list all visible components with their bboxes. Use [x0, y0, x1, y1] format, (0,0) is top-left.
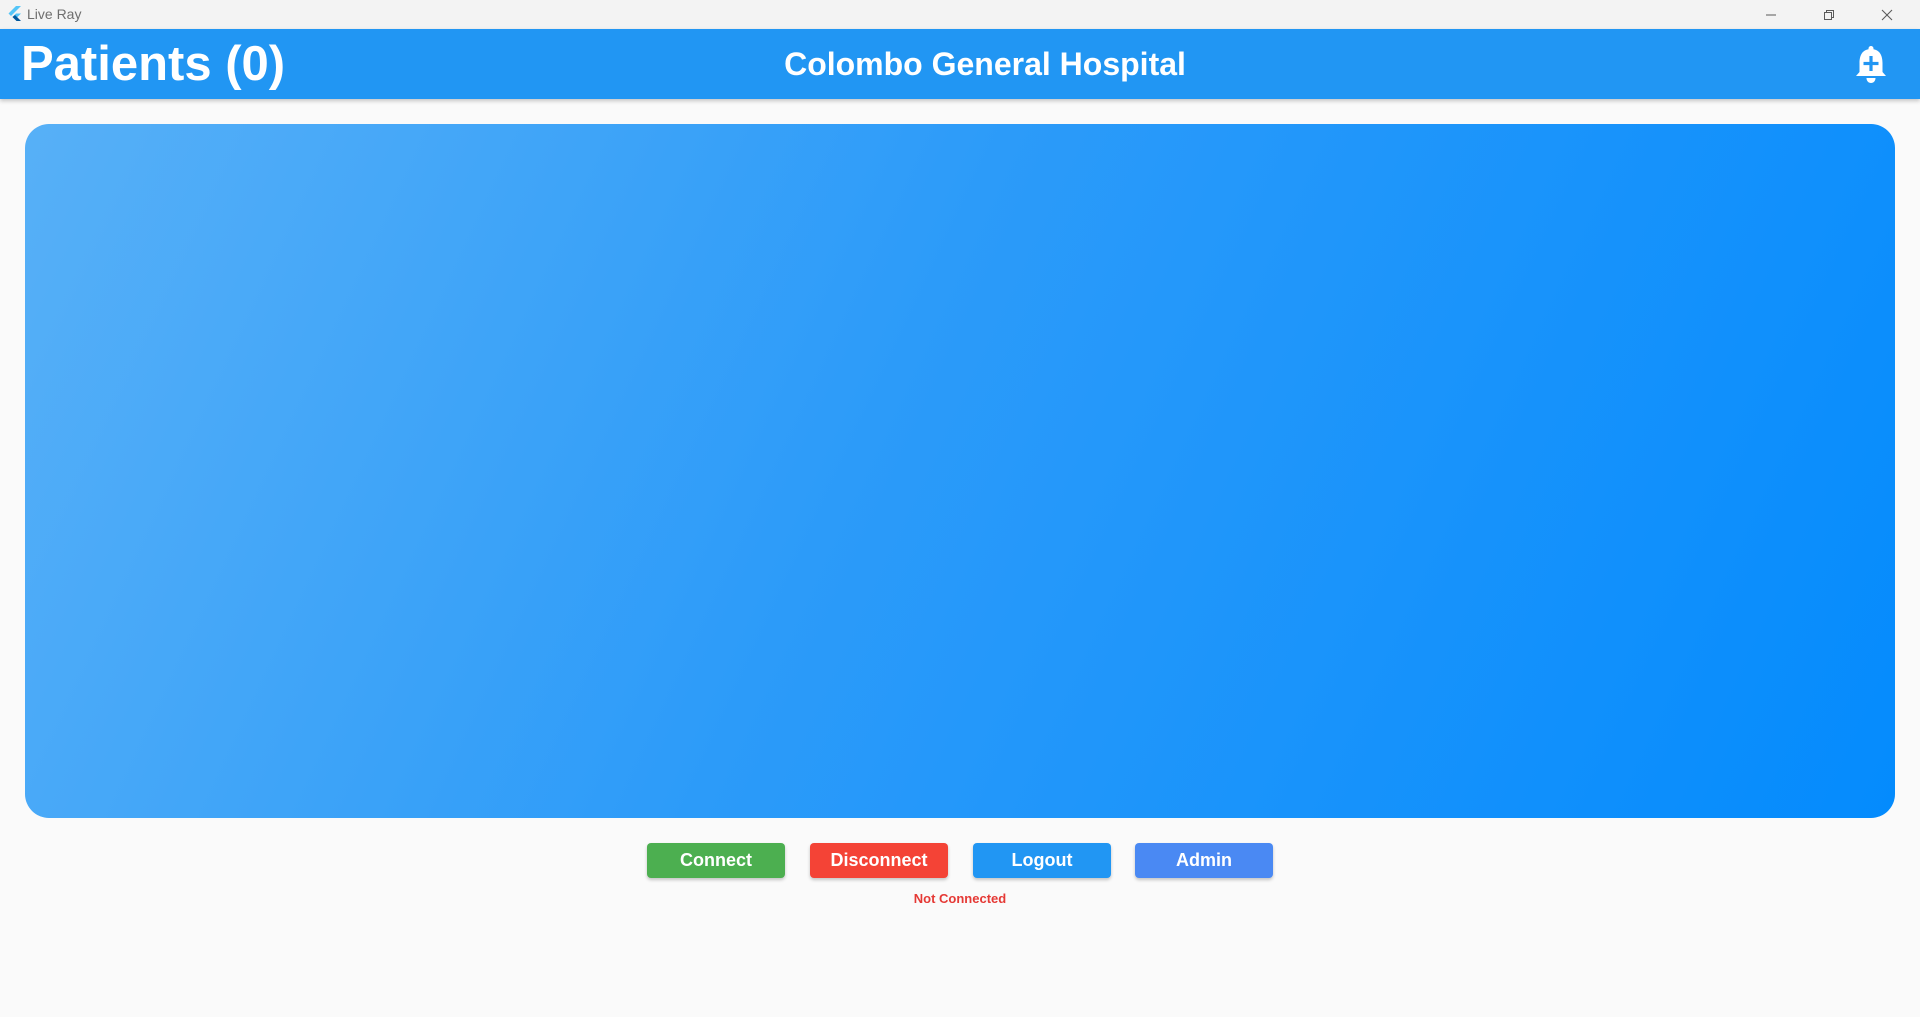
close-icon — [1881, 9, 1893, 20]
restore-icon — [1824, 9, 1834, 20]
connection-status: Not Connected — [913, 891, 1007, 906]
action-buttons: Connect Disconnect Logout Admin — [647, 843, 1273, 878]
patients-panel — [25, 124, 1895, 818]
app-bar: Patients (0) Colombo General Hospital — [0, 29, 1920, 99]
restore-button[interactable] — [1800, 0, 1858, 29]
page-title: Patients (0) — [21, 37, 286, 91]
add-alert-bell-icon — [1856, 46, 1886, 83]
connect-button[interactable]: Connect — [647, 843, 785, 878]
minimize-button[interactable] — [1742, 0, 1800, 29]
logout-button[interactable]: Logout — [973, 843, 1111, 878]
hospital-name: Colombo General Hospital — [784, 46, 1186, 82]
minimize-icon — [1766, 14, 1776, 15]
close-button[interactable] — [1858, 0, 1916, 29]
flutter-logo-icon — [8, 6, 21, 21]
admin-button[interactable]: Admin — [1135, 843, 1273, 878]
window-title: Live Ray — [27, 6, 82, 22]
window-titlebar: Live Ray — [0, 0, 1920, 29]
disconnect-button[interactable]: Disconnect — [810, 843, 948, 878]
add-alert-button[interactable] — [1848, 42, 1894, 88]
